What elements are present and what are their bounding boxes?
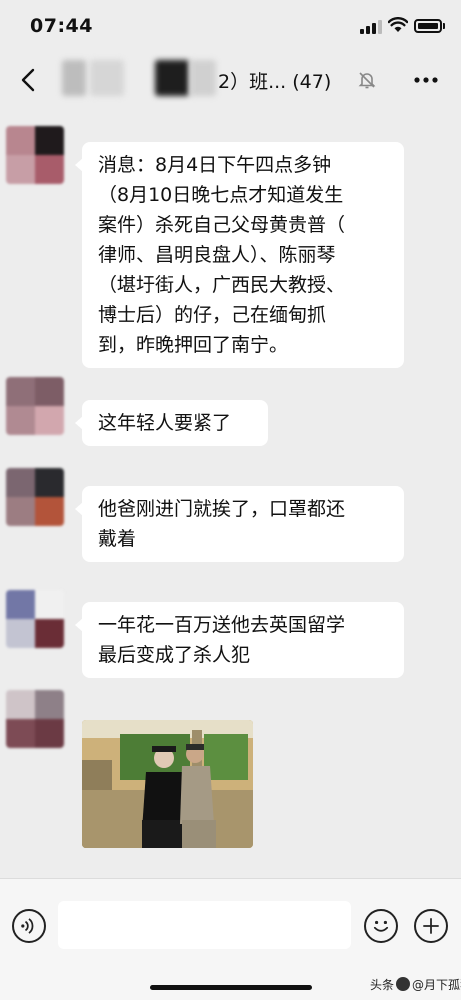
voice-input-icon[interactable] (12, 909, 46, 943)
platform-logo-icon (396, 977, 411, 991)
chat-title[interactable]: 2）班... (47) (218, 67, 331, 94)
message-bubble[interactable]: 这年轻人要紧了 (75, 400, 268, 446)
plus-icon[interactable] (414, 909, 448, 943)
message-bubble[interactable]: 他爸刚进门就挨了，口罩都还 戴着 (75, 486, 404, 562)
more-options-icon[interactable] (412, 70, 440, 90)
signal-icon (360, 20, 382, 34)
message-text: 这年轻人要紧了 (98, 412, 232, 434)
message-bubble[interactable]: 一年花一百万送他去英国留学 最后变成了杀人犯 (75, 602, 404, 678)
chat-header: 2）班... (47) (0, 52, 461, 108)
redacted-name-block (190, 60, 216, 96)
watermark-platform: 头条 (370, 978, 395, 992)
message-bubble[interactable]: 消息：8月4日下午四点多钟 （8月10日晚七点才知道发生 案件）杀死自己父母黄贵… (75, 142, 404, 368)
home-indicator (150, 985, 312, 990)
message-text: 消息：8月4日下午四点多钟 （8月10日晚七点才知道发生 案件）杀死自己父母黄贵… (98, 154, 346, 356)
avatar[interactable] (6, 377, 64, 435)
message-text: 一年花一百万送他去英国留学 最后变成了杀人犯 (98, 614, 346, 666)
battery-icon (414, 19, 442, 33)
redacted-name-block (62, 60, 86, 96)
message-input[interactable] (58, 901, 351, 949)
avatar[interactable] (6, 590, 64, 648)
avatar[interactable] (6, 126, 64, 184)
status-time: 07:44 (30, 15, 93, 37)
avatar[interactable] (6, 468, 64, 526)
redacted-name-block (155, 60, 189, 96)
status-bar: 07:44 (0, 0, 461, 52)
avatar[interactable] (6, 690, 64, 748)
image-message[interactable] (82, 720, 253, 848)
watermark-author: @月下孤独客 (412, 978, 461, 992)
message-text: 他爸刚进门就挨了，口罩都还 戴着 (98, 498, 346, 550)
mute-bell-icon (358, 72, 376, 89)
back-arrow-icon[interactable] (14, 64, 44, 96)
emoji-icon[interactable] (364, 909, 398, 943)
watermark: 头条 @月下孤独客 (370, 976, 461, 993)
wifi-icon (388, 17, 408, 32)
redacted-name-block (90, 60, 124, 96)
